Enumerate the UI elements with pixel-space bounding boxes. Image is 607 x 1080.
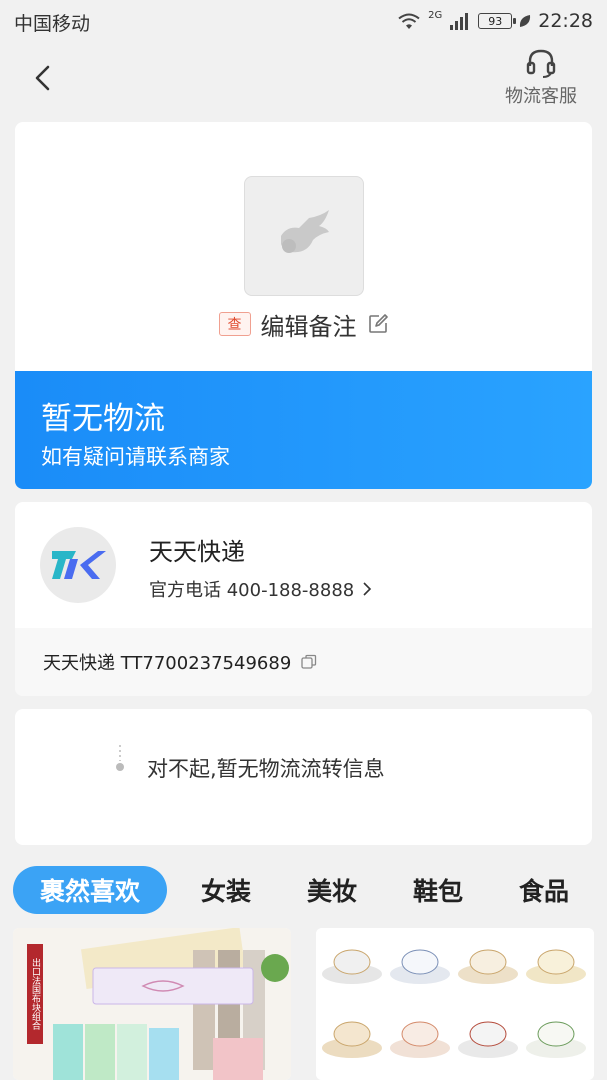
logistics-status-banner: 暂无物流 如有疑问请联系商家 xyxy=(15,371,592,489)
product-image-fabric xyxy=(13,928,291,1080)
edit-remark-label: 编辑备注 xyxy=(260,312,357,341)
copy-icon[interactable] xyxy=(301,654,317,670)
headset-icon xyxy=(526,49,556,78)
tab-food[interactable]: 食品 xyxy=(506,866,582,914)
product-grid: 出口法国布块组合 xyxy=(0,928,607,1080)
courier-phone-text: 官方电话 400-188-8888 xyxy=(149,580,355,601)
tiantian-logo-icon xyxy=(52,551,106,579)
tracking-number: 天天快递 TT7700237549689 xyxy=(43,653,292,674)
tab-guoran-like[interactable]: 裹然喜欢 xyxy=(13,866,167,914)
no-logistics-message: 对不起,暂无物流流转信息 xyxy=(147,757,385,781)
battery-icon: 93 xyxy=(478,13,517,29)
recommend-tabs: 裹然喜欢 女装 美妆 鞋包 食品 xyxy=(0,862,607,918)
courier-card: 天天快递 官方电话 400-188-8888 天天快递 TT7700237549… xyxy=(15,502,592,696)
status-subtitle: 如有疑问请联系商家 xyxy=(41,445,230,469)
service-label: 物流客服 xyxy=(505,86,577,107)
wifi-icon xyxy=(398,13,420,29)
status-bar: 中国移动 2G 93 22:28 xyxy=(0,0,607,42)
status-icons: 2G 93 22:28 xyxy=(396,9,593,33)
chevron-right-icon xyxy=(363,582,372,596)
product-card[interactable] xyxy=(316,928,594,1080)
signal-icon xyxy=(450,13,469,30)
product-badge: 出口法国布块组合 xyxy=(30,958,40,1030)
carrier-name: 中国移动 xyxy=(14,13,91,35)
courier-name: 天天快递 xyxy=(149,538,245,566)
tab-beauty[interactable]: 美妆 xyxy=(294,866,370,914)
remark-row[interactable]: 查 编辑备注 xyxy=(15,306,592,342)
logistics-service-button[interactable]: 物流客服 xyxy=(501,46,581,108)
courier-logo xyxy=(40,527,116,603)
network-type: 2G xyxy=(428,9,443,21)
edit-icon[interactable] xyxy=(367,313,389,335)
courier-phone-link[interactable]: 官方电话 400-188-8888 xyxy=(149,576,372,602)
package-image xyxy=(244,176,364,296)
product-image-tableware xyxy=(316,928,594,1080)
back-icon[interactable] xyxy=(28,62,60,94)
timeline-dot xyxy=(116,745,124,771)
product-card[interactable]: 出口法国布块组合 xyxy=(13,928,291,1080)
nav-bar: 物流客服 xyxy=(0,42,607,118)
tab-shoes-bags[interactable]: 鞋包 xyxy=(400,866,476,914)
tab-womens-wear[interactable]: 女装 xyxy=(188,866,264,914)
bird-placeholder-icon xyxy=(281,210,329,253)
battery-level: 93 xyxy=(488,14,503,28)
status-title: 暂无物流 xyxy=(41,401,165,437)
package-card: 查 编辑备注 暂无物流 如有疑问请联系商家 xyxy=(15,122,592,489)
clock: 22:28 xyxy=(538,10,593,32)
logistics-info-card: 对不起,暂无物流流转信息 xyxy=(15,709,592,845)
query-tag: 查 xyxy=(218,312,251,336)
tracking-row: 天天快递 TT7700237549689 xyxy=(15,628,592,696)
leaf-icon xyxy=(520,15,531,27)
logistics-page: 中国移动 2G 93 22:28 物流客服 查 编辑备注 暂无物流 如有疑问请联… xyxy=(0,0,607,1080)
